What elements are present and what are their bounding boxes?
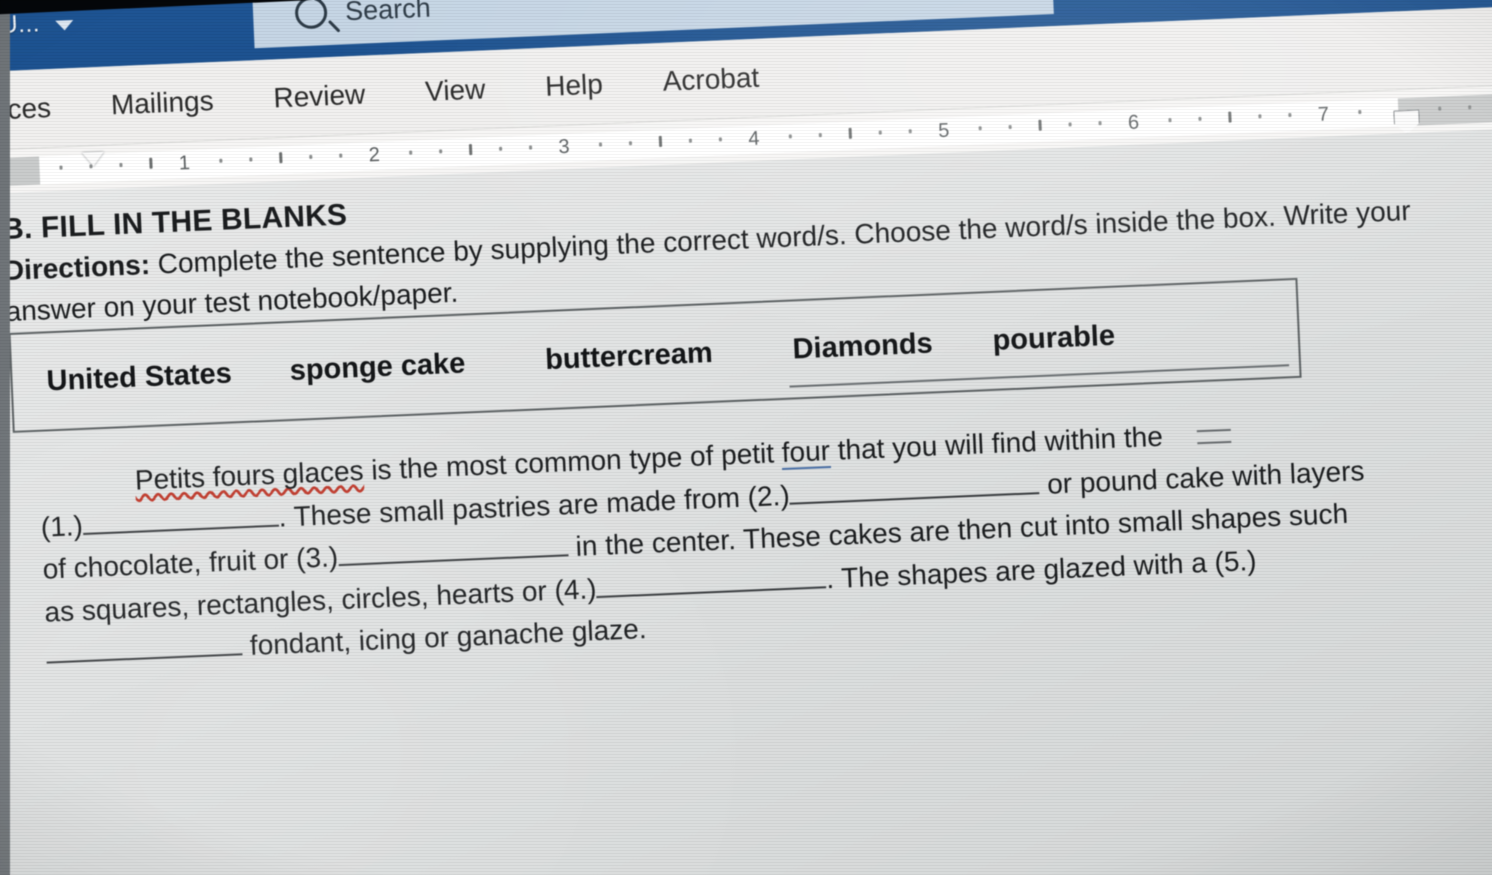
tab-view[interactable]: View xyxy=(395,72,516,109)
equals-mark xyxy=(1196,428,1231,444)
answer-blank-5[interactable] xyxy=(46,653,243,664)
ruler-number-3: 3 xyxy=(558,135,571,159)
word-application-window: DU... Search rences Mailings Review View… xyxy=(0,0,1492,875)
right-indent-marker[interactable] xyxy=(1393,109,1420,134)
document-page[interactable]: B. FILL IN THE BLANKS Directions: Comple… xyxy=(0,124,1492,875)
answer-blank-2[interactable] xyxy=(789,491,1040,505)
tab-mailings[interactable]: Mailings xyxy=(80,84,244,123)
tab-acrobat[interactable]: Acrobat xyxy=(632,60,790,99)
ruler-number-7: 7 xyxy=(1317,103,1330,126)
blank-number-1: (1.) xyxy=(40,509,84,543)
monitor-bezel-left xyxy=(0,0,10,875)
tab-review[interactable]: Review xyxy=(243,77,396,115)
word-bank-item-diamonds: Diamonds xyxy=(791,327,934,365)
directions-label: Directions: xyxy=(3,248,151,287)
screen-photo: DU... Search rences Mailings Review View… xyxy=(0,0,1492,875)
word-bank-item-buttercream: buttercream xyxy=(544,336,714,376)
ruler-number-4: 4 xyxy=(747,127,760,151)
paragraph-indent xyxy=(39,490,135,494)
paragraph-text-10: fondant, icing or ganache glaze. xyxy=(241,613,648,662)
grammar-flagged-word: four xyxy=(781,435,831,471)
first-line-indent-marker[interactable] xyxy=(81,151,105,167)
word-bank-item-united-states: United States xyxy=(45,357,233,397)
tab-references[interactable]: rences xyxy=(0,91,82,129)
chevron-down-icon[interactable] xyxy=(55,19,75,31)
search-input[interactable]: Search xyxy=(344,0,431,27)
search-icon xyxy=(294,0,328,30)
fill-in-the-blanks-paragraph[interactable]: Petits fours glaces is the most common t… xyxy=(38,407,1376,676)
answer-blank-1[interactable] xyxy=(83,524,280,535)
word-bank-item-pourable: pourable xyxy=(991,319,1116,357)
paragraph-text-4: that you will find within the xyxy=(829,420,1172,466)
ruler-number-5: 5 xyxy=(937,119,950,143)
paragraph-text-2: is the most common type of petit xyxy=(362,437,783,486)
ruler-number-1: 1 xyxy=(178,152,191,175)
answer-blank-4[interactable] xyxy=(596,585,827,598)
ruler-number-6: 6 xyxy=(1127,111,1140,134)
word-bank-item-sponge-cake: sponge cake xyxy=(289,347,466,387)
answer-blank-3[interactable] xyxy=(338,554,569,567)
tab-help[interactable]: Help xyxy=(515,67,634,104)
paragraph-text-9: . The shapes are glazed with a (5.) xyxy=(825,544,1258,594)
misspelled-phrase: Petits fours glaces xyxy=(134,454,365,496)
ruler-number-2: 2 xyxy=(368,143,381,167)
